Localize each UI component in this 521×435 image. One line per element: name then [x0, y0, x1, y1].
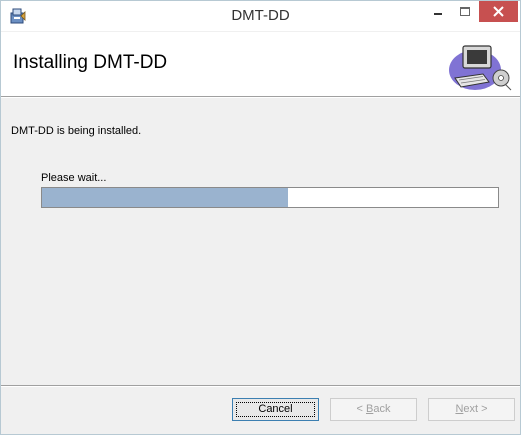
- minimize-icon: [434, 13, 442, 15]
- close-icon: [493, 6, 504, 17]
- progress-fill: [42, 188, 289, 207]
- close-button[interactable]: [479, 1, 518, 22]
- page-title: Installing DMT-DD: [13, 52, 168, 73]
- title-bar[interactable]: DMT-DD: [1, 1, 520, 31]
- header-divider: [1, 97, 520, 98]
- back-button-rest: ack: [373, 403, 391, 415]
- back-button[interactable]: < Back: [330, 398, 417, 421]
- cancel-button[interactable]: Cancel: [232, 398, 319, 421]
- footer-divider-highlight: [1, 386, 520, 387]
- minimize-button[interactable]: [425, 1, 451, 22]
- wait-label: Please wait...: [41, 172, 107, 184]
- installer-window: DMT-DD Installing DMT-DD DMT-DD is being…: [0, 0, 521, 435]
- wizard-header: Installing DMT-DD: [1, 32, 520, 97]
- status-text: DMT-DD is being installed.: [11, 125, 142, 137]
- install-progress-bar: [41, 187, 499, 208]
- maximize-button[interactable]: [452, 1, 478, 22]
- back-button-prefix: <: [356, 403, 366, 415]
- computer-setup-graphic: [445, 38, 515, 94]
- next-button-rest: ext >: [463, 403, 488, 415]
- focus-rectangle: [236, 402, 315, 417]
- maximize-icon: [460, 7, 470, 16]
- next-button[interactable]: Next >: [428, 398, 515, 421]
